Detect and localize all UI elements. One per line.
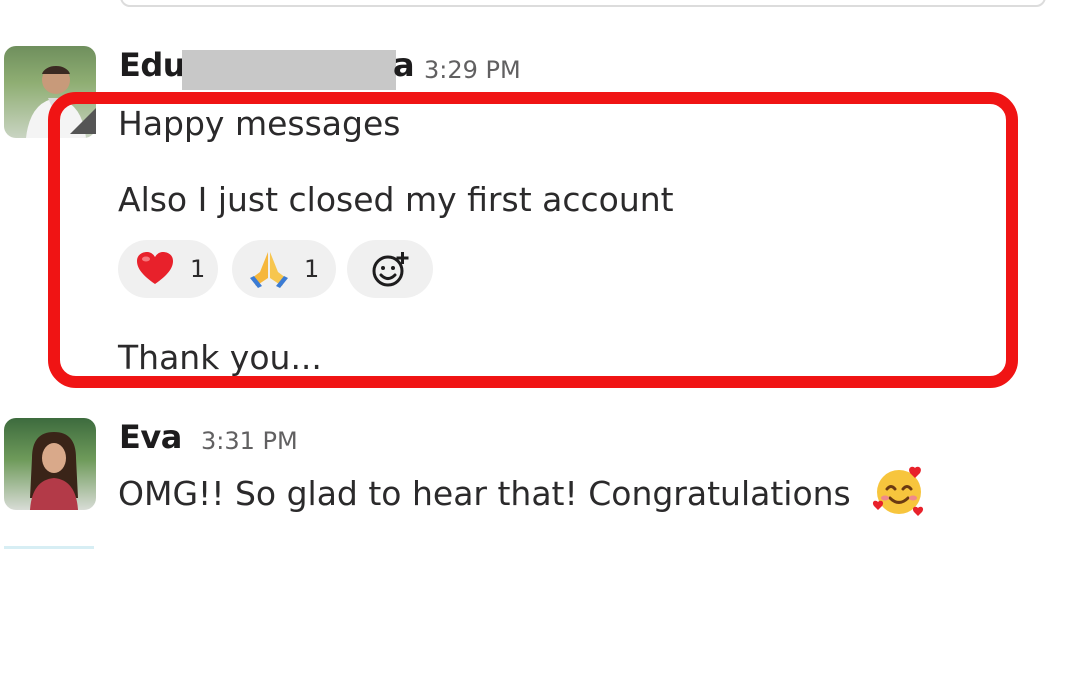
message-text: Thank you... [118, 338, 322, 377]
message-timestamp[interactable]: 3:29 PM [424, 56, 521, 84]
message-text: OMG!! So glad to hear that! Congratulati… [118, 474, 851, 513]
avatar[interactable] [4, 418, 96, 510]
message-input-box[interactable] [120, 0, 1046, 7]
sender-name-tail: a [393, 46, 415, 84]
smiling-face-with-hearts-icon [870, 462, 928, 524]
reaction-folded-hands[interactable]: 1 [232, 240, 336, 298]
folded-hands-icon [248, 248, 290, 290]
reaction-heart[interactable]: 1 [118, 240, 218, 298]
reaction-count: 1 [190, 255, 206, 283]
reaction-count: 1 [304, 255, 320, 283]
sender-name[interactable]: Edu [119, 46, 186, 84]
add-reaction-button[interactable] [347, 240, 433, 298]
message-timestamp[interactable]: 3:31 PM [201, 427, 298, 455]
sender-name[interactable]: Eva [119, 418, 182, 456]
redaction-bar [182, 50, 396, 90]
red-heart-icon [134, 248, 176, 290]
message-text: Happy messages [118, 104, 401, 143]
unread-corner-marker [70, 108, 96, 134]
divider [4, 546, 94, 549]
message-text: Also I just closed my first account [118, 180, 674, 219]
add-reaction-icon [372, 252, 409, 287]
